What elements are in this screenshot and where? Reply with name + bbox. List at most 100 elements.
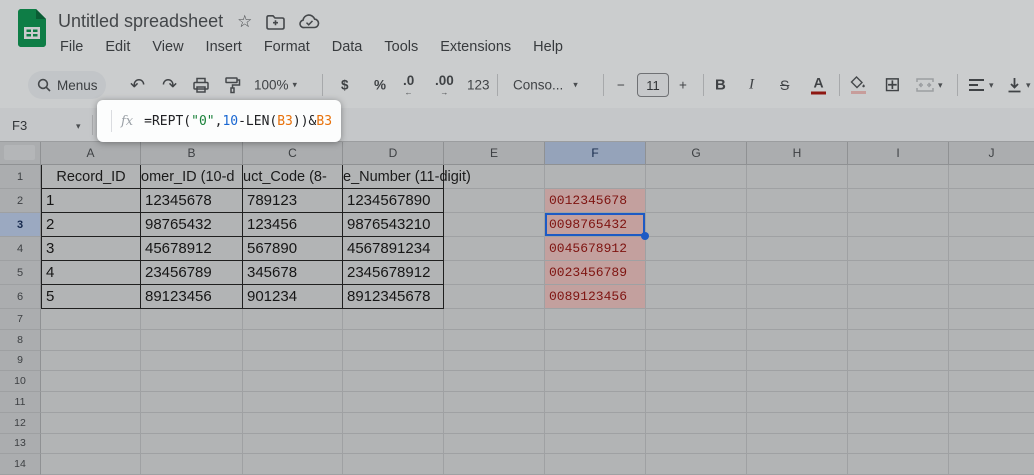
menu-file[interactable]: File — [57, 38, 86, 56]
cell-I7[interactable] — [848, 309, 949, 330]
cell-E3[interactable] — [444, 213, 545, 237]
cell-E7[interactable] — [444, 309, 545, 330]
cell-A11[interactable] — [41, 392, 141, 413]
row-header-10[interactable]: 10 — [0, 371, 41, 392]
cell-I13[interactable] — [848, 434, 949, 455]
menu-insert[interactable]: Insert — [203, 38, 245, 56]
cell-C4[interactable]: 567890 — [243, 237, 343, 261]
cell-A8[interactable] — [41, 330, 141, 351]
vertical-align-button[interactable]: ▾ — [1007, 77, 1031, 93]
cell-A3[interactable]: 2 — [41, 213, 141, 237]
cell-I6[interactable] — [848, 285, 949, 309]
menu-help[interactable]: Help — [530, 38, 566, 56]
column-header-F-selected[interactable]: F — [545, 142, 646, 165]
cell-J9[interactable] — [949, 351, 1034, 372]
cell-F13[interactable] — [545, 434, 646, 455]
row-header-1[interactable]: 1 — [0, 165, 41, 189]
cell-A5[interactable]: 4 — [41, 261, 141, 285]
cell-F4[interactable]: 0045678912 — [545, 237, 646, 261]
cell-A4[interactable]: 3 — [41, 237, 141, 261]
formula-input-highlight[interactable]: fx =REPT("0",10-LEN(B3))&B3 — [97, 100, 341, 142]
cell-B2[interactable]: 12345678 — [141, 189, 243, 213]
horizontal-align-button[interactable]: ▾ — [968, 78, 994, 92]
column-header-I[interactable]: I — [848, 142, 949, 165]
cell-J12[interactable] — [949, 413, 1034, 434]
cell-I11[interactable] — [848, 392, 949, 413]
cell-J5[interactable] — [949, 261, 1034, 285]
font-size-input[interactable]: 11 — [637, 73, 669, 97]
cell-J3[interactable] — [949, 213, 1034, 237]
cell-E13[interactable] — [444, 434, 545, 455]
cell-B1[interactable]: omer_ID (10-d — [141, 165, 243, 189]
cell-A10[interactable] — [41, 371, 141, 392]
cell-H12[interactable] — [747, 413, 848, 434]
cell-G2[interactable] — [646, 189, 747, 213]
chevron-down-icon[interactable]: ▾ — [76, 121, 81, 132]
cell-F10[interactable] — [545, 371, 646, 392]
cell-B8[interactable] — [141, 330, 243, 351]
cell-B7[interactable] — [141, 309, 243, 330]
paint-format-icon[interactable] — [224, 76, 241, 94]
cell-A1[interactable]: Record_ID — [41, 165, 141, 189]
star-icon[interactable]: ☆ — [237, 13, 252, 30]
formula-input[interactable]: =REPT("0",10-LEN(B3))&B3 — [144, 114, 332, 129]
cell-D2[interactable]: 1234567890 — [343, 189, 444, 213]
column-header-J[interactable]: J — [949, 142, 1034, 165]
cell-B9[interactable] — [141, 351, 243, 372]
cell-F12[interactable] — [545, 413, 646, 434]
cell-C11[interactable] — [243, 392, 343, 413]
cell-F14[interactable] — [545, 454, 646, 475]
cell-G10[interactable] — [646, 371, 747, 392]
increase-font-size-button[interactable]: + — [679, 78, 687, 93]
column-header-E[interactable]: E — [444, 142, 545, 165]
column-header-G[interactable]: G — [646, 142, 747, 165]
cell-B14[interactable] — [141, 454, 243, 475]
cell-F2[interactable]: 0012345678 — [545, 189, 646, 213]
decrease-decimal-button[interactable]: .0 ← — [403, 74, 414, 97]
cell-D6[interactable]: 8912345678 — [343, 285, 444, 309]
cell-J8[interactable] — [949, 330, 1034, 351]
cell-C6[interactable]: 901234 — [243, 285, 343, 309]
row-header-7[interactable]: 7 — [0, 309, 41, 330]
redo-icon[interactable]: ↷ — [162, 76, 177, 94]
cell-E8[interactable] — [444, 330, 545, 351]
cell-D12[interactable] — [343, 413, 444, 434]
row-header-14[interactable]: 14 — [0, 454, 41, 475]
cell-F7[interactable] — [545, 309, 646, 330]
menu-view[interactable]: View — [149, 38, 186, 56]
row-header-11[interactable]: 11 — [0, 392, 41, 413]
more-formats-button[interactable]: 123 — [467, 78, 490, 93]
cell-C9[interactable] — [243, 351, 343, 372]
select-all-corner[interactable] — [0, 142, 41, 165]
row-header-3-selected[interactable]: 3 — [0, 213, 41, 237]
cell-G8[interactable] — [646, 330, 747, 351]
cell-J2[interactable] — [949, 189, 1034, 213]
cell-C3[interactable]: 123456 — [243, 213, 343, 237]
cell-H1[interactable] — [747, 165, 848, 189]
borders-icon[interactable]: ⊞ — [884, 75, 901, 95]
row-header-4[interactable]: 4 — [0, 237, 41, 261]
cell-F11[interactable] — [545, 392, 646, 413]
strikethrough-button[interactable]: S — [780, 77, 789, 93]
cell-D11[interactable] — [343, 392, 444, 413]
row-header-2[interactable]: 2 — [0, 189, 41, 213]
cell-H9[interactable] — [747, 351, 848, 372]
cell-I8[interactable] — [848, 330, 949, 351]
menu-extensions[interactable]: Extensions — [437, 38, 514, 56]
cell-B10[interactable] — [141, 371, 243, 392]
cell-D8[interactable] — [343, 330, 444, 351]
cell-J13[interactable] — [949, 434, 1034, 455]
cell-D4[interactable]: 4567891234 — [343, 237, 444, 261]
bold-button[interactable]: B — [715, 77, 726, 94]
font-select[interactable]: Conso... ▾ — [513, 78, 578, 93]
menu-format[interactable]: Format — [261, 38, 313, 56]
cell-I10[interactable] — [848, 371, 949, 392]
cell-C13[interactable] — [243, 434, 343, 455]
cell-A13[interactable] — [41, 434, 141, 455]
cell-I9[interactable] — [848, 351, 949, 372]
cell-I5[interactable] — [848, 261, 949, 285]
cell-D5[interactable]: 2345678912 — [343, 261, 444, 285]
cell-B3[interactable]: 98765432 — [141, 213, 243, 237]
cell-I1[interactable] — [848, 165, 949, 189]
zoom-select[interactable]: 100% ▾ — [254, 78, 297, 93]
